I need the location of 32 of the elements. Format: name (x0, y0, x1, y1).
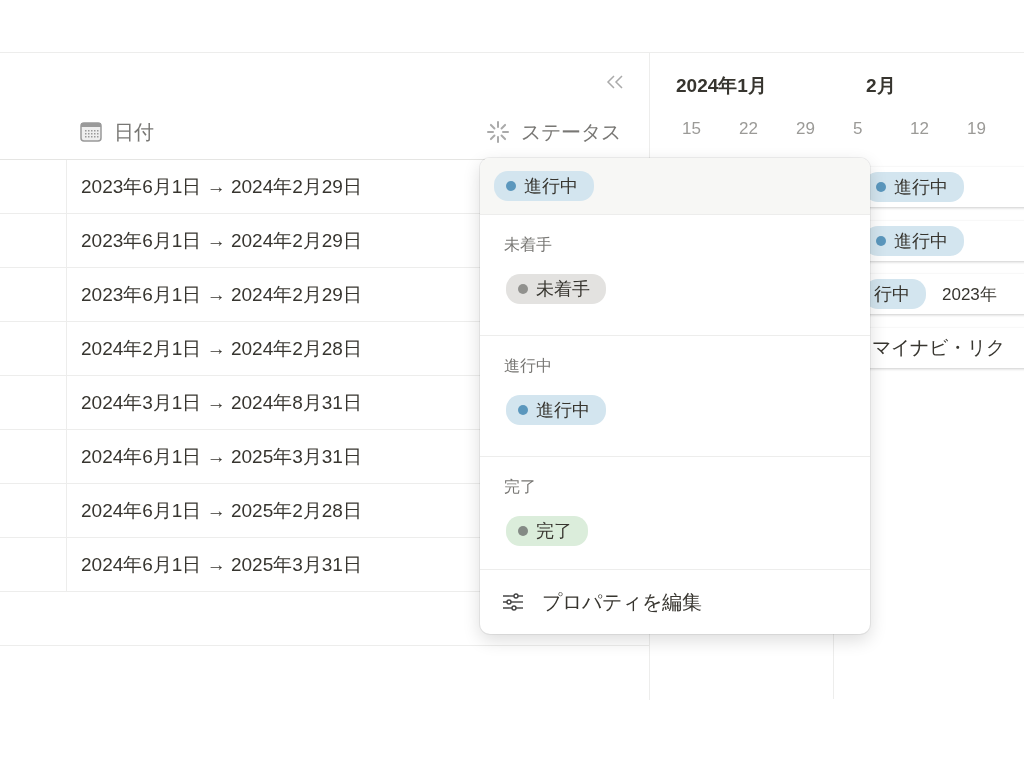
calendar-icon (80, 122, 102, 142)
bar-date: 2023年 (942, 283, 997, 306)
bar-title: マイナビ・リク (872, 335, 1005, 360)
group-label: 未着手 (504, 236, 552, 253)
week-label: 22 (739, 118, 759, 140)
column-header[interactable]: 日付 (114, 118, 154, 146)
date-range: 2023年6月1日 → 2024年2月29日 (81, 174, 362, 199)
week-label: 12 (910, 118, 930, 140)
month-label: 2月 (866, 74, 896, 98)
loading-icon (485, 119, 511, 145)
status-tag[interactable]: 進行中 (494, 171, 594, 201)
group-label: 完了 (504, 478, 536, 495)
date-range: 2024年6月1日 → 2025年2月28日 (81, 498, 362, 523)
status-option[interactable]: 進行中 (506, 395, 606, 425)
date-range: 2024年2月1日 → 2024年2月28日 (81, 336, 362, 361)
date-range: 2024年6月1日 → 2025年3月31日 (81, 552, 362, 577)
edit-property-item[interactable]: プロパティを編集 (480, 570, 870, 634)
week-label: 15 (682, 118, 702, 140)
status-option[interactable]: 未着手 (506, 274, 606, 304)
status-option[interactable]: 完了 (506, 516, 588, 546)
date-range: 2024年3月1日 → 2024年8月31日 (81, 390, 362, 415)
week-label: 29 (796, 118, 816, 140)
week-label: 19 (967, 118, 987, 140)
column-header[interactable]: ステータス (521, 118, 621, 146)
date-range: 2023年6月1日 → 2024年2月29日 (81, 228, 362, 253)
group-label: 進行中 (504, 357, 552, 374)
collapse-icon[interactable] (605, 74, 625, 90)
date-range: 2023年6月1日 → 2024年2月29日 (81, 282, 362, 307)
week-label: 5 (853, 118, 864, 140)
sliders-icon (502, 593, 524, 611)
month-label: 2024年1月 (676, 74, 767, 98)
date-range: 2024年6月1日 → 2025年3月31日 (81, 444, 362, 469)
